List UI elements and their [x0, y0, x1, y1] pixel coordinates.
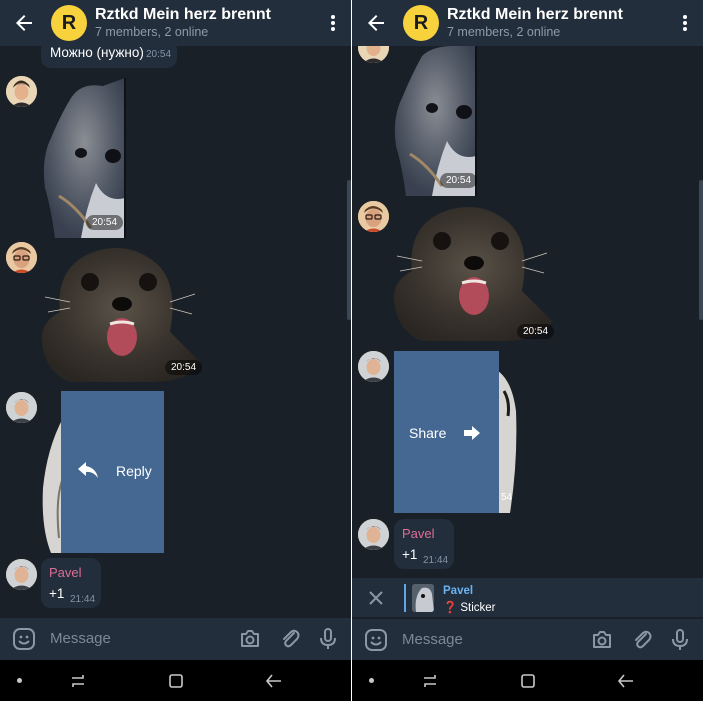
camera-icon[interactable]: [590, 628, 614, 652]
message-time: 20:54: [517, 324, 555, 339]
nav-back-icon[interactable]: [264, 671, 284, 691]
sticker-message[interactable]: 20:54: [392, 46, 478, 196]
chat-title[interactable]: Rztkd Mein herz brennt: [95, 6, 271, 24]
reply-preview-text: ❓ Sticker: [443, 600, 495, 614]
more-vert-icon[interactable]: [675, 13, 695, 33]
message-input[interactable]: Message: [402, 631, 463, 648]
message-time: 20:54: [146, 49, 172, 60]
user-avatar[interactable]: [6, 242, 37, 273]
message-text: Можно (нужно): [50, 46, 144, 60]
mic-icon[interactable]: [668, 628, 692, 652]
chat-subtitle: 7 members, 2 online: [447, 25, 561, 39]
group-avatar[interactable]: R: [51, 5, 87, 41]
attach-icon[interactable]: [278, 627, 302, 651]
chat-screen-right: R Rztkd Mein herz brennt 7 members, 2 on…: [352, 0, 703, 701]
sender-name[interactable]: Pavel: [402, 526, 435, 541]
message-time: 20:54: [165, 360, 203, 375]
nav-back-icon[interactable]: [616, 671, 636, 691]
sticker-message[interactable]: 54: [498, 371, 518, 513]
swipe-action-label: Reply: [116, 463, 152, 479]
recents-icon[interactable]: [420, 671, 440, 691]
message-input[interactable]: Message: [50, 630, 111, 647]
message-list[interactable]: Можно (нужно) 20:54 20:54 20:54 Reply Pa…: [0, 46, 351, 618]
sticker-icon[interactable]: [12, 627, 36, 651]
home-icon[interactable]: [166, 671, 186, 691]
sticker-message[interactable]: 20:54: [392, 201, 557, 344]
sender-name[interactable]: Pavel: [49, 565, 82, 580]
attach-icon[interactable]: [630, 628, 654, 652]
group-avatar[interactable]: R: [403, 5, 439, 41]
question-mark-icon: ❓: [443, 602, 458, 614]
user-avatar[interactable]: [358, 351, 389, 382]
user-avatar[interactable]: [6, 76, 37, 107]
reply-preview-label: Sticker: [460, 602, 496, 614]
message-bubble[interactable]: Можно (нужно) 20:54: [41, 46, 177, 68]
chat-header: R Rztkd Mein herz brennt 7 members, 2 on…: [0, 0, 351, 46]
message-list[interactable]: 20:54 20:54 54 Share Pavel +1 21:44: [352, 46, 703, 578]
swipe-share-action[interactable]: Share: [394, 351, 499, 513]
user-avatar[interactable]: [358, 519, 389, 550]
chat-screen-left: R Rztkd Mein herz brennt 7 members, 2 on…: [0, 0, 351, 701]
reply-accent-line: [404, 584, 406, 612]
message-input-bar: Message: [0, 618, 351, 660]
sticker-message[interactable]: 20:54: [41, 78, 127, 238]
home-icon[interactable]: [518, 671, 538, 691]
nav-dot-icon: [17, 678, 22, 683]
user-avatar[interactable]: [358, 201, 389, 232]
recents-icon[interactable]: [68, 671, 88, 691]
mic-icon[interactable]: [316, 627, 340, 651]
reply-icon: [78, 462, 98, 478]
nav-dot-icon: [369, 678, 374, 683]
swipe-action-label: Share: [409, 425, 447, 441]
chat-subtitle: 7 members, 2 online: [95, 25, 209, 39]
camera-icon[interactable]: [238, 627, 262, 651]
sticker-icon[interactable]: [364, 628, 388, 652]
chat-title[interactable]: Rztkd Mein herz brennt: [447, 6, 623, 24]
message-input-bar: Message: [352, 619, 703, 661]
chat-header: R Rztkd Mein herz brennt 7 members, 2 on…: [352, 0, 703, 46]
message-time: 21:44: [423, 555, 449, 566]
otter-sticker-image: [42, 418, 64, 553]
more-vert-icon[interactable]: [323, 13, 343, 33]
message-time: 20:54: [86, 215, 124, 230]
back-arrow-icon[interactable]: [12, 11, 36, 35]
message-time: 21:44: [70, 594, 96, 605]
system-nav-bar: [0, 660, 351, 701]
otter-sticker-image: [43, 78, 126, 238]
message-text: +1: [402, 547, 418, 562]
message-bubble[interactable]: Pavel +1 21:44: [394, 519, 454, 569]
message-bubble[interactable]: Pavel +1 21:44: [41, 558, 101, 608]
reply-sender-name: Pavel: [443, 585, 474, 597]
reply-sticker-thumbnail: [412, 584, 434, 612]
message-time-fragment: 54: [501, 492, 513, 503]
close-icon[interactable]: [366, 588, 386, 608]
scrollbar[interactable]: [347, 180, 351, 320]
system-nav-bar: [352, 660, 703, 701]
share-arrow-icon: [464, 426, 480, 440]
otter-sticker-image: [393, 207, 552, 341]
back-arrow-icon[interactable]: [364, 11, 388, 35]
message-time: 20:54: [440, 173, 478, 188]
reply-preview-bar: Pavel ❓ Sticker: [352, 578, 703, 618]
user-avatar[interactable]: [6, 392, 37, 423]
user-avatar[interactable]: [358, 46, 389, 63]
sticker-message[interactable]: [41, 418, 64, 553]
swipe-reply-action[interactable]: Reply: [61, 391, 164, 553]
user-avatar[interactable]: [6, 559, 37, 590]
message-text: +1: [49, 586, 65, 601]
sticker-message[interactable]: 20:54: [40, 242, 205, 387]
scrollbar[interactable]: [699, 180, 703, 320]
